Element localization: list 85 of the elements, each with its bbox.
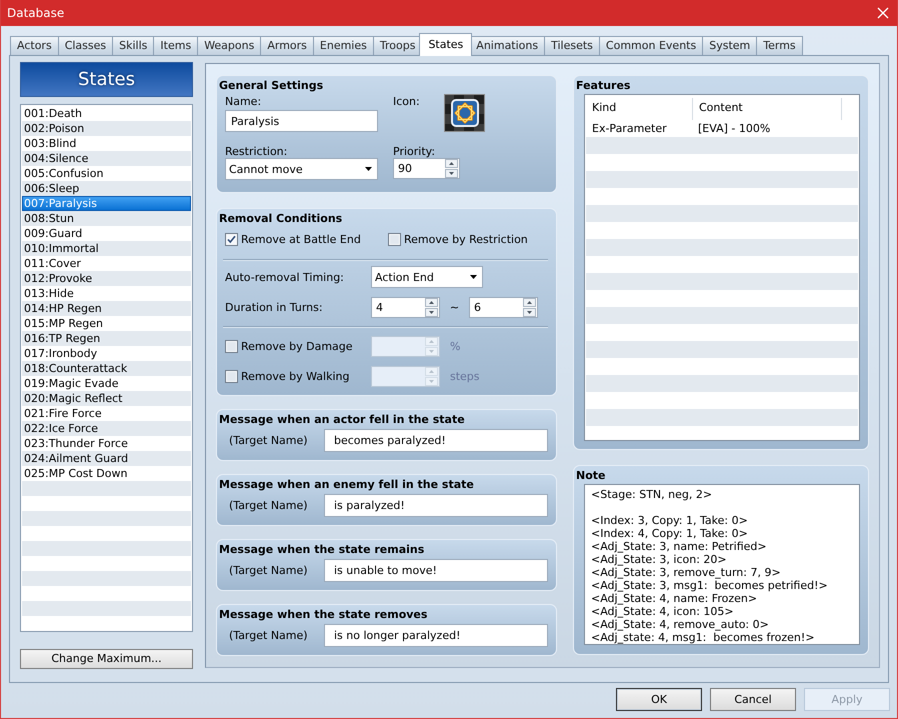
group-title: Message when the state removes (219, 608, 428, 621)
tab[interactable]: Classes (58, 36, 114, 55)
caret-icon (470, 275, 477, 279)
list-item[interactable]: 009:Guard (22, 226, 191, 241)
field-label: Priority: (393, 145, 436, 158)
checkbox-label[interactable]: Remove at Battle End (241, 233, 361, 246)
checkbox[interactable] (225, 233, 238, 246)
tab[interactable]: Terms (756, 36, 803, 55)
table-cell-text: Ex-Parameter (591, 121, 668, 137)
tab[interactable]: Armors (260, 36, 314, 55)
field-label: Auto-removal Timing: (225, 270, 345, 284)
list-item[interactable]: 008:Stun (22, 211, 191, 226)
caret-icon (365, 167, 372, 171)
list-item[interactable]: 001:Death (22, 106, 191, 121)
unit-label: steps (449, 370, 481, 383)
list-item[interactable]: 007:Paralysis (22, 196, 191, 211)
list-item[interactable]: 021:Fire Force (22, 406, 191, 421)
list-item[interactable]: 020:Magic Reflect (22, 391, 191, 406)
field-label: (Target Name) (229, 564, 309, 577)
tab[interactable]: Weapons (197, 36, 262, 55)
list-item[interactable]: 024:Ailment Guard (22, 451, 191, 466)
duration-spinner[interactable]: 6 (469, 297, 538, 318)
field-label: (Target Name) (229, 434, 309, 447)
group-title: Message when an actor fell in the state (219, 413, 466, 426)
list-item[interactable]: 010:Immortal (22, 241, 191, 256)
tab[interactable]: States (419, 33, 472, 56)
list-item[interactable]: 023:Thunder Force (22, 436, 191, 451)
checkbox-label[interactable]: Remove by Restriction (404, 233, 528, 246)
group-title: Message when the state remains (219, 543, 426, 556)
list-item[interactable]: 011:Cover (22, 256, 191, 271)
table-cell-text: [EVA] - 100% (697, 121, 772, 137)
restriction-dropdown[interactable]: Cannot move (225, 158, 378, 180)
list-item[interactable]: 017:Ironbody (22, 346, 191, 361)
priority-spinner[interactable]: 90 (393, 158, 460, 179)
tab[interactable]: Actors (10, 36, 59, 55)
tab[interactable]: Enemies (312, 36, 374, 55)
field-label: Duration in Turns: (225, 301, 324, 314)
list-item[interactable]: 006:Sleep (22, 181, 191, 196)
group-title: Removal Conditions (219, 212, 344, 225)
field-label: (Target Name) (229, 629, 309, 642)
tab[interactable]: Skills (112, 36, 154, 55)
group-title: General Settings (219, 79, 324, 92)
tab[interactable]: Tilesets (544, 36, 600, 55)
tab[interactable]: System (702, 36, 758, 55)
list-item[interactable]: 003:Blind (22, 136, 191, 151)
list-item[interactable]: 012:Provoke (22, 271, 191, 286)
dialog-button[interactable]: Cancel (710, 688, 796, 711)
note-field[interactable]: <Stage: STN, neg, 2> <Index: 3, Copy: 1, Take: 0> <Index: 4, Copy: 1, Take: 0> <Adj_State: 3, name: Petrified> <Adj_State: 3, icon: 20> <Adj_State: 3, remove_turn: 7, 9> <Adj_State: 3, msg1: becomes petrified!> <Adj_State: 4, name: Frozen> <Adj_State: 4, icon: 105> <Adj_State: 4, remove_auto: 0> <Adj_state: 4, msg1: becomes frozen!> (584, 484, 860, 645)
field-label: Restriction: (225, 145, 288, 158)
list-item[interactable]: 014:HP Regen (22, 301, 191, 316)
change-maximum-button[interactable]: Change Maximum... (20, 649, 193, 669)
message-field[interactable]: becomes paralyzed! (324, 429, 548, 452)
dialog-button[interactable]: OK (616, 688, 702, 711)
checkbox[interactable] (388, 233, 401, 246)
tab[interactable]: Items (153, 36, 198, 55)
tab[interactable]: Animations (469, 36, 546, 55)
message-field[interactable]: is unable to move! (324, 559, 548, 582)
list-item[interactable]: 019:Magic Evade (22, 376, 191, 391)
group-title: Message when an enemy fell in the state (219, 478, 475, 491)
message-field[interactable]: is no longer paralyzed! (324, 624, 548, 647)
group-title: Note (576, 469, 606, 482)
list-item[interactable]: 018:Counterattack (22, 361, 191, 376)
list-item[interactable]: 025:MP Cost Down (22, 466, 191, 481)
message-field[interactable]: is paralyzed! (324, 494, 548, 517)
group-title: Features (576, 79, 632, 92)
tab[interactable]: Common Events (598, 36, 704, 55)
list-item[interactable]: 015:MP Regen (22, 316, 191, 331)
list-item[interactable]: 013:Hide (22, 286, 191, 301)
list-item[interactable]: 004:Silence (22, 151, 191, 166)
unit-label: % (449, 340, 462, 353)
name-field[interactable]: Paralysis (225, 110, 378, 132)
list-header: States (20, 62, 193, 97)
list-item[interactable]: 016:TP Regen (22, 331, 191, 346)
window-title: Database (7, 6, 64, 20)
field-label: Icon: (393, 95, 421, 108)
list-item[interactable]: 022:Ice Force (22, 421, 191, 436)
timing-dropdown[interactable]: Action End (371, 266, 483, 288)
close-icon[interactable] (877, 7, 889, 19)
field-label: Name: (225, 95, 262, 108)
field-label: (Target Name) (229, 499, 309, 512)
duration-spinner[interactable]: 4 (371, 297, 440, 318)
list-item[interactable]: 002:Poison (22, 121, 191, 136)
star-icon[interactable] (444, 94, 485, 132)
range-separator: ~ (448, 301, 460, 314)
list-item[interactable]: 005:Confusion (22, 166, 191, 181)
